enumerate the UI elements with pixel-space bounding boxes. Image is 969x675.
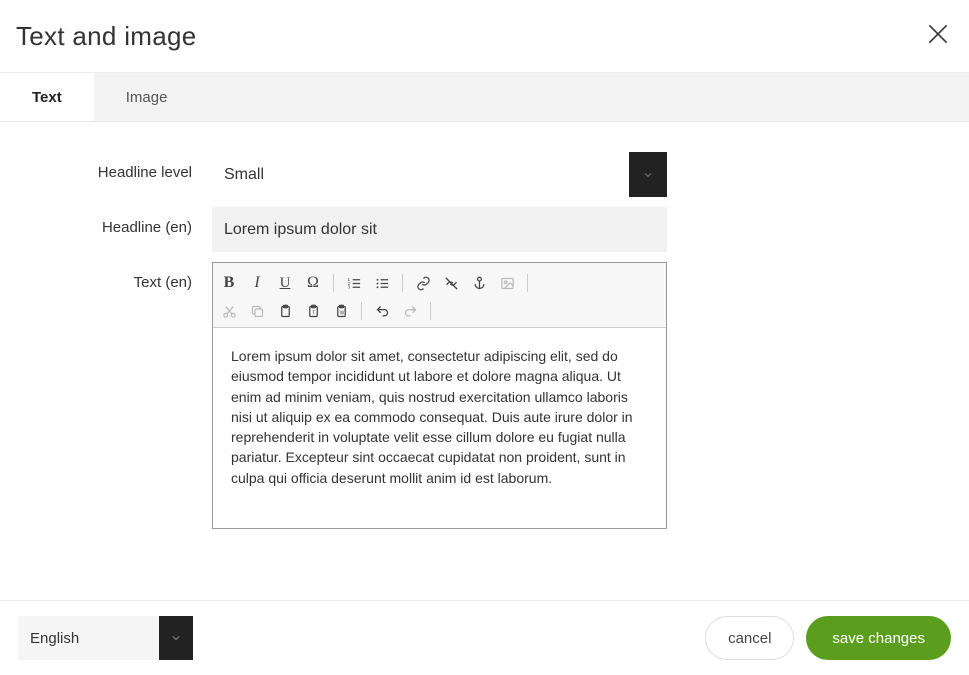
cut-icon [222,304,237,319]
field-headline: Headline (en) [16,207,953,252]
headline-level-select[interactable]: Small [212,152,667,197]
headline-label: Headline (en) [16,207,212,236]
link-icon [416,276,431,291]
ordered-list-icon: 1 2 3 [347,276,362,291]
footer-actions: cancel save changes [705,616,951,660]
svg-text:3: 3 [347,284,350,289]
unlink-button[interactable] [439,271,463,295]
image-icon [500,276,515,291]
special-char-button[interactable]: Ω [301,271,325,295]
underline-button[interactable]: U [273,271,297,295]
unordered-list-button[interactable] [370,271,394,295]
copy-button [245,299,269,323]
rich-text-editor: B I U Ω 1 2 3 [212,262,667,529]
cancel-button[interactable]: cancel [705,616,794,660]
dialog-footer: English cancel save changes [0,600,969,675]
image-button [495,271,519,295]
unordered-list-icon [375,276,390,291]
paste-word-icon: W [334,304,349,319]
field-text: Text (en) B I U Ω 1 2 [16,262,953,529]
language-value[interactable]: English [18,616,159,660]
toolbar-separator [527,274,528,292]
rte-textarea[interactable]: Lorem ipsum dolor sit amet, consectetur … [213,328,666,528]
save-button[interactable]: save changes [806,616,951,660]
field-headline-level: Headline level Small [16,152,953,197]
redo-button [398,299,422,323]
headline-level-value[interactable]: Small [212,152,629,197]
link-button[interactable] [411,271,435,295]
redo-icon [403,304,418,319]
paste-text-icon: T [306,304,321,319]
dialog-title: Text and image [16,21,197,52]
rte-toolbar: B I U Ω 1 2 3 [213,263,666,328]
paste-icon [278,304,293,319]
anchor-icon [472,276,487,291]
toolbar-separator [430,302,431,320]
language-select[interactable]: English [18,616,193,660]
close-icon [925,21,951,47]
headline-level-label: Headline level [16,152,212,181]
chevron-down-icon [642,169,654,181]
headline-level-dropdown-button[interactable] [629,152,667,197]
svg-text:T: T [312,310,315,316]
language-dropdown-button[interactable] [159,616,193,660]
dialog-header: Text and image [0,0,969,73]
tab-text[interactable]: Text [0,73,94,121]
close-button[interactable] [925,21,951,52]
paste-button[interactable] [273,299,297,323]
undo-icon [375,304,390,319]
bold-button[interactable]: B [217,271,241,295]
cut-button [217,299,241,323]
tab-image[interactable]: Image [94,73,200,121]
paste-word-button[interactable]: W [329,299,353,323]
ordered-list-button[interactable]: 1 2 3 [342,271,366,295]
undo-button[interactable] [370,299,394,323]
anchor-button[interactable] [467,271,491,295]
chevron-down-icon [170,632,182,644]
unlink-icon [444,276,459,291]
toolbar-separator [361,302,362,320]
toolbar-separator [402,274,403,292]
headline-input[interactable] [212,207,667,252]
copy-icon [250,304,265,319]
paste-text-button[interactable]: T [301,299,325,323]
italic-button[interactable]: I [245,271,269,295]
text-label: Text (en) [16,262,212,291]
tab-bar: Text Image [0,73,969,122]
svg-text:W: W [339,310,344,316]
content-area: Headline level Small Headline (en) Text … [0,122,969,600]
toolbar-separator [333,274,334,292]
